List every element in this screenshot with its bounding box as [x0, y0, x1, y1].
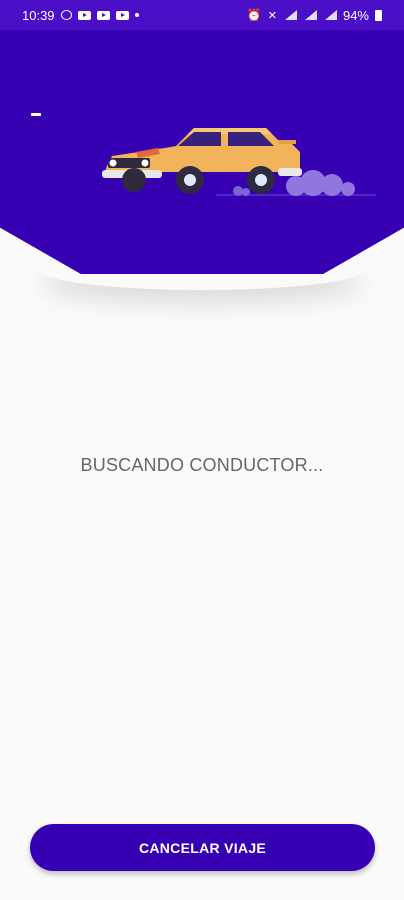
signal-icon: [323, 10, 337, 20]
status-right: ⏰ ✕ 94%: [247, 8, 382, 23]
signal-icon: [303, 10, 317, 20]
youtube-icon: [115, 10, 129, 20]
clock: 10:39: [22, 7, 55, 23]
searching-driver-status: BUSCANDO CONDUCTOR...: [80, 455, 324, 475]
youtube-icon: [77, 10, 91, 20]
youtube-icon: [96, 10, 110, 20]
battery-icon: [375, 9, 382, 21]
status-bar: 10:39 ⏰ ✕ 94%: [0, 0, 404, 30]
alarm-icon: ⏰: [246, 8, 262, 22]
cancel-trip-button[interactable]: CANCELAR VIAJE: [30, 824, 375, 871]
status-left: 10:39: [22, 8, 139, 23]
wifi-icon: [283, 10, 297, 20]
dot-icon: [134, 13, 139, 17]
mute-icon: ✕: [267, 9, 277, 22]
car-icon: [102, 128, 376, 196]
battery-percent: 94%: [342, 7, 369, 23]
back-icon[interactable]: [31, 113, 41, 116]
chat-icon: [60, 10, 72, 20]
